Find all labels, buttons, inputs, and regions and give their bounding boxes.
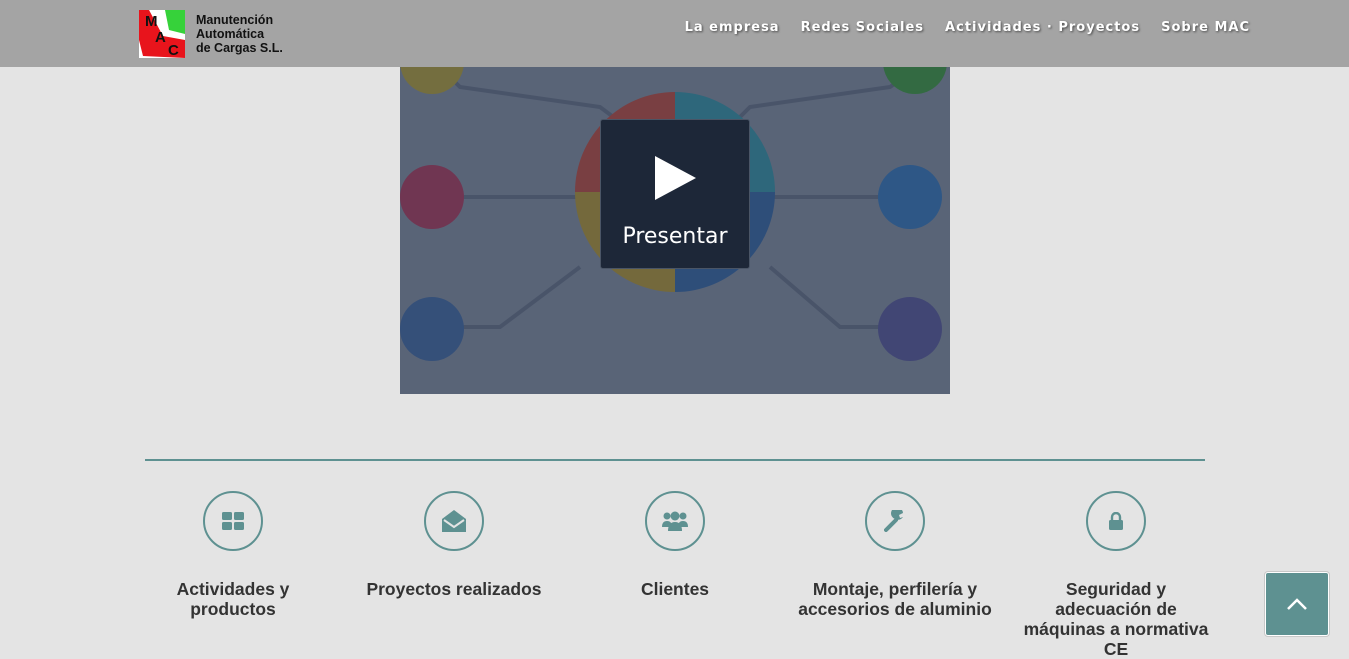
feature-title: Actividades y productos [176, 579, 290, 619]
play-button-label: Presentar [622, 224, 728, 249]
company-name-line: de Cargas S.L. [196, 41, 283, 55]
grid-icon [222, 512, 244, 530]
site-header: M A C Manutención Automática de Cargas S… [0, 0, 1349, 67]
play-button[interactable]: Presentar [600, 119, 750, 269]
feature-title: Seguridad y adecuación de máquinas a nor… [1023, 579, 1209, 659]
users-icon [662, 511, 688, 531]
back-to-top-button[interactable] [1265, 572, 1329, 636]
company-name-line: Automática [196, 27, 265, 41]
nav-link-la-empresa[interactable]: La empresa [685, 20, 780, 35]
company-name-line: Manutención [196, 13, 274, 27]
open-envelope-icon [442, 510, 466, 532]
feature-icon-circle [645, 491, 705, 551]
feature-title: Montaje, perfilería y accesorios de alum… [798, 579, 992, 619]
feature-icon-circle [1086, 491, 1146, 551]
svg-text:A: A [155, 29, 166, 46]
nav-link-redes-sociales[interactable]: Redes Sociales [801, 20, 924, 35]
nav-link-actividades-proyectos[interactable]: Actividades · Proyectos [945, 20, 1140, 35]
lock-icon [1109, 512, 1123, 530]
company-name: Manutención Automática de Cargas S.L. [196, 13, 283, 55]
feature-icon-circle [203, 491, 263, 551]
svg-text:C: C [168, 42, 179, 58]
main-nav: La empresa Redes Sociales Actividades · … [685, 20, 1250, 35]
nav-link-sobre-mac[interactable]: Sobre MAC [1161, 20, 1250, 35]
mac-logo-mark: M A C [139, 10, 185, 58]
feature-icon-circle [424, 491, 484, 551]
svg-text:M: M [145, 13, 158, 30]
wrench-icon [884, 510, 903, 532]
company-logo[interactable]: M A C Manutención Automática de Cargas S… [139, 10, 299, 60]
play-icon [655, 156, 696, 200]
feature-icon-circle [865, 491, 925, 551]
feature-title: Proyectos realizados [366, 579, 542, 599]
chevron-up-icon [1287, 598, 1307, 610]
presentation-video[interactable]: Presentar [400, 67, 950, 394]
section-divider [145, 459, 1205, 461]
feature-title: Clientes [640, 579, 710, 599]
